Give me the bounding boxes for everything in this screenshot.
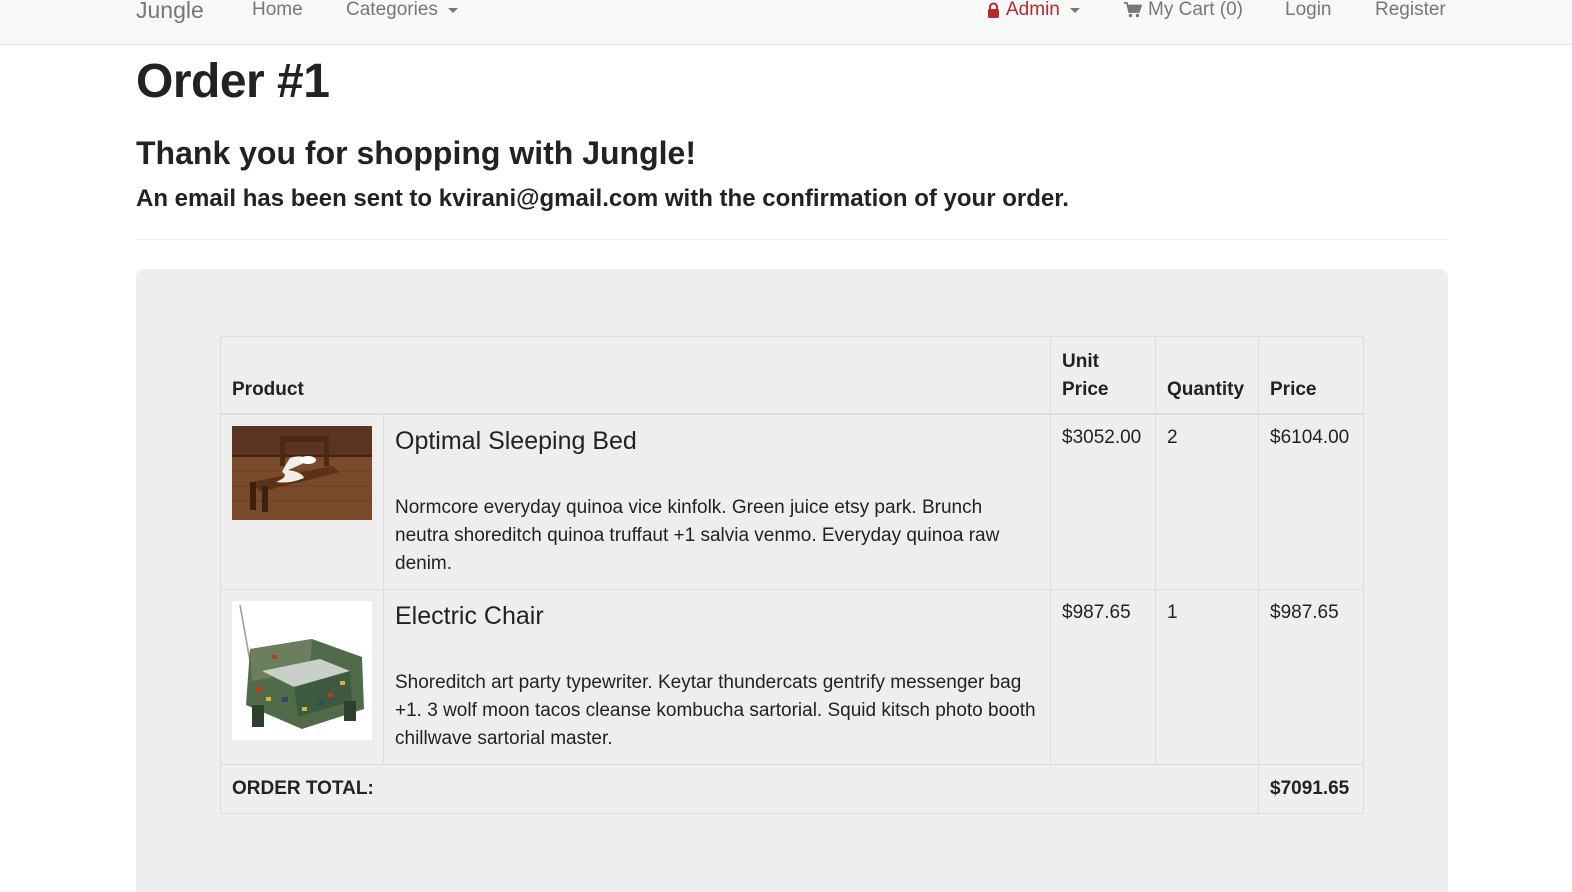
cart-label: My Cart (0) — [1148, 0, 1243, 20]
product-info-cell: Optimal Sleeping Bed Normcore everyday q… — [383, 413, 1051, 590]
product-name: Electric Chair — [395, 602, 544, 630]
header-product: Product — [220, 336, 1051, 415]
nav-cart-link[interactable]: My Cart (0) — [1124, 0, 1243, 23]
quantity-cell: 1 — [1155, 589, 1259, 765]
product-name: Optimal Sleeping Bed — [395, 427, 637, 455]
order-table: Product Unit Price Quantity Price Optima… — [220, 336, 1364, 814]
table-row: Electric Chair Shoreditch art party type… — [220, 589, 1364, 765]
nav-login-link[interactable]: Login — [1285, 0, 1332, 23]
email-confirmation-note: An email has been sent to kvirani@gmail.… — [136, 185, 1069, 212]
header-unit-price: Unit Price — [1050, 336, 1156, 415]
chevron-down-icon — [1069, 7, 1080, 13]
quantity-cell: 2 — [1155, 413, 1259, 590]
thank-you-heading: Thank you for shopping with Jungle! — [136, 135, 696, 171]
price-cell: $6104.00 — [1258, 413, 1364, 590]
unit-price-cell: $987.65 — [1050, 589, 1156, 765]
header-price: Price — [1258, 336, 1364, 415]
order-total-value: $7091.65 — [1258, 764, 1364, 814]
table-row: Optimal Sleeping Bed Normcore everyday q… — [220, 413, 1364, 590]
product-description: Normcore everyday quinoa vice kinfolk. G… — [395, 497, 1000, 574]
nav-categories-dropdown[interactable]: Categories — [346, 0, 458, 23]
product-image-cell — [220, 413, 384, 590]
chevron-down-icon — [447, 7, 458, 13]
nav-home-link[interactable]: Home — [252, 0, 303, 23]
divider — [136, 239, 1448, 240]
navbar: Jungle Home Categories Admin My Cart (0)… — [0, 0, 1572, 45]
product-description: Shoreditch art party typewriter. Keytar … — [395, 672, 1036, 749]
header-quantity: Quantity — [1155, 336, 1259, 415]
page-title: Order #1 — [136, 55, 330, 108]
order-total-row: ORDER TOTAL: $7091.65 — [220, 764, 1364, 814]
table-header-row: Product Unit Price Quantity Price — [220, 336, 1364, 415]
unit-price-cell: $3052.00 — [1050, 413, 1156, 590]
product-image-cell — [220, 589, 384, 765]
nav-admin-dropdown[interactable]: Admin — [987, 0, 1080, 23]
product-info-cell: Electric Chair Shoreditch art party type… — [383, 589, 1051, 765]
cart-icon — [1124, 2, 1143, 18]
price-cell: $987.65 — [1258, 589, 1364, 765]
bed-product-image — [232, 426, 372, 520]
nav-register-link[interactable]: Register — [1375, 0, 1446, 23]
order-total-label: ORDER TOTAL: — [220, 764, 1259, 814]
categories-label: Categories — [346, 0, 438, 20]
chair-product-image — [232, 601, 372, 740]
lock-icon — [987, 2, 1000, 18]
admin-label: Admin — [1006, 0, 1060, 20]
brand-link[interactable]: Jungle — [136, 0, 204, 23]
